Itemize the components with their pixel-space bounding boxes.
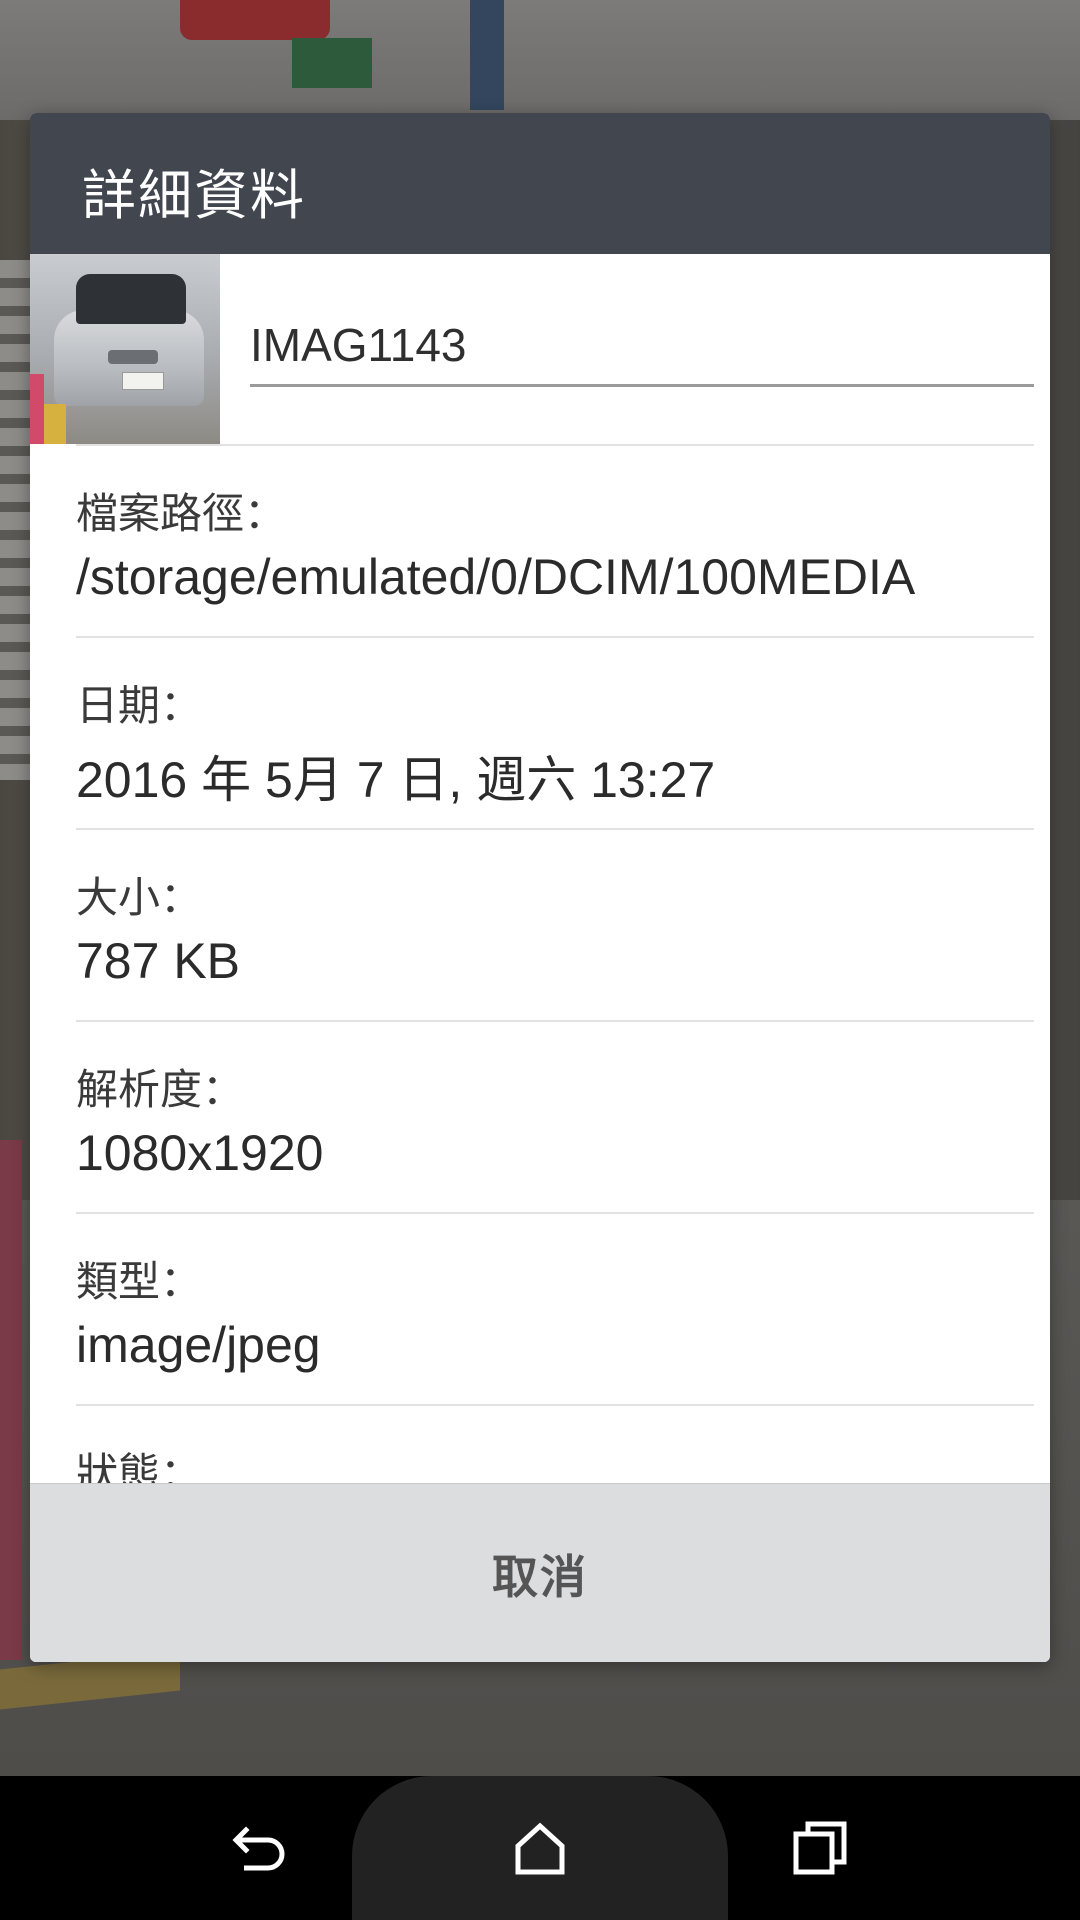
background-sky xyxy=(0,0,1080,120)
detail-type: 類型： image/jpeg xyxy=(76,1214,1034,1406)
background-banner xyxy=(470,0,504,110)
detail-value: 1080x1920 xyxy=(76,1125,324,1181)
background-road-marking xyxy=(0,1140,22,1660)
home-icon xyxy=(515,1822,565,1875)
thumbnail-road-line xyxy=(44,404,66,444)
detail-size: 大小： 787 KB xyxy=(76,830,1034,1022)
back-icon xyxy=(232,1826,285,1871)
dialog-header: 詳細資料 xyxy=(30,113,1050,254)
detail-date: 日期： 2016 年 5月 7 日, 週六 13:27 xyxy=(76,638,1034,830)
file-name-underline xyxy=(250,384,1034,387)
home-button[interactable] xyxy=(500,1808,580,1888)
thumbnail-car-window xyxy=(76,274,186,324)
navigation-bar xyxy=(0,1776,1080,1920)
background-railing xyxy=(0,260,32,780)
cancel-button[interactable]: 取消 xyxy=(30,1484,1050,1662)
screen: 詳細資料 IMAG1143 檔案路徑： /storage/emulated/0/… xyxy=(0,0,1080,1920)
detail-value: /storage/emulated/0/DCIM/100MEDIA xyxy=(76,549,916,605)
file-row: IMAG1143 xyxy=(30,254,1050,444)
recent-apps-icon xyxy=(793,1821,847,1875)
dialog-body[interactable]: IMAG1143 檔案路徑： /storage/emulated/0/DCIM/… xyxy=(30,254,1050,1594)
detail-resolution: 解析度： 1080x1920 xyxy=(76,1022,1034,1214)
dialog-footer: 取消 xyxy=(30,1483,1050,1662)
thumbnail-car-plate xyxy=(122,372,164,390)
recent-apps-button[interactable] xyxy=(780,1808,860,1888)
detail-label: 大小： xyxy=(76,873,203,922)
details-dialog: 詳細資料 IMAG1143 檔案路徑： /storage/emulated/0/… xyxy=(30,113,1050,1662)
detail-value: 787 KB xyxy=(76,933,241,989)
detail-label: 類型： xyxy=(76,1257,203,1306)
photo-thumbnail xyxy=(30,254,220,444)
background-street-sign xyxy=(292,38,372,88)
detail-label: 檔案路徑： xyxy=(76,489,287,538)
detail-label: 解析度： xyxy=(76,1065,245,1114)
detail-label: 日期： xyxy=(76,681,203,730)
file-name-field[interactable]: IMAG1143 xyxy=(250,318,1034,372)
thumbnail-car-grill xyxy=(108,350,158,364)
thumbnail-road-marking xyxy=(30,374,44,444)
detail-file-path: 檔案路徑： /storage/emulated/0/DCIM/100MEDIA xyxy=(76,446,1034,638)
back-button[interactable] xyxy=(220,1808,300,1888)
detail-value: image/jpeg xyxy=(76,1317,321,1373)
background-sign xyxy=(180,0,330,40)
dialog-title: 詳細資料 xyxy=(82,164,306,227)
detail-value: 2016 年 5月 7 日, 週六 13:27 xyxy=(76,752,716,808)
